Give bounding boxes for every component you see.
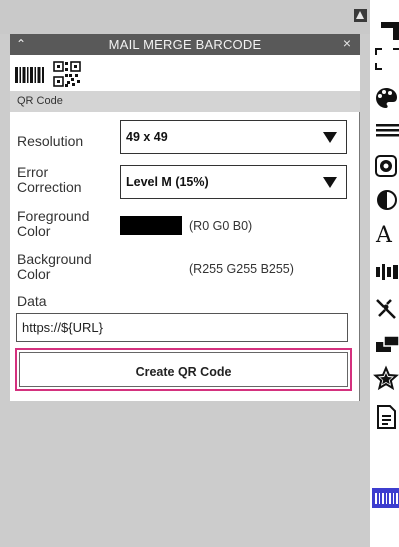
error-correction-value: Level M (15%) [126, 175, 209, 189]
mail-merge-barcode-panel: ⌃ MAIL MERGE BARCODE × QR Code Resolutio… [10, 34, 360, 401]
crop-marks-icon [375, 48, 399, 70]
align-tool[interactable] [373, 258, 399, 286]
create-qr-code-button-inner: Create QR Code [19, 352, 348, 387]
arrange-tool[interactable] [373, 329, 399, 357]
panel-title-bar[interactable]: ⌃ MAIL MERGE BARCODE × [10, 34, 360, 55]
barcode-icon [15, 67, 44, 83]
panel-dock-top [0, 0, 370, 34]
data-input[interactable] [16, 313, 348, 342]
error-correction-select[interactable]: Level M (15%) [120, 165, 347, 199]
barcode-icon [375, 493, 398, 504]
active-tab-label: QR Code [17, 95, 63, 107]
scroll-up-button[interactable] [354, 9, 367, 22]
chevron-down-icon [323, 177, 337, 188]
document-icon [377, 405, 396, 429]
frame-icon [381, 22, 399, 40]
panel-title: MAIL MERGE BARCODE [108, 37, 262, 52]
resolution-label: Resolution [17, 133, 84, 149]
tab-row [10, 55, 360, 91]
background-color-label: Background Color [17, 251, 92, 282]
text-tool[interactable]: A [373, 222, 399, 250]
crop-marks-tool[interactable] [373, 45, 399, 73]
create-qr-code-button[interactable]: Create QR Code [15, 348, 352, 391]
pattern-icon [375, 155, 397, 177]
tab-qr-code[interactable] [51, 59, 85, 89]
document-tool[interactable] [373, 403, 399, 431]
right-toolbar: A [370, 0, 399, 547]
create-qr-code-label: Create QR Code [135, 365, 232, 379]
close-icon[interactable]: × [343, 36, 351, 51]
tab-barcode[interactable] [13, 59, 47, 89]
foreground-color-swatch[interactable] [120, 216, 182, 235]
foreground-color-value: (R0 G0 B0) [189, 219, 253, 233]
foreground-color-label: Foreground Color [17, 208, 90, 239]
star-icon [373, 365, 399, 391]
app-window: ⌃ MAIL MERGE BARCODE × QR Code Resolutio… [0, 0, 399, 547]
palette-tool[interactable] [373, 84, 399, 112]
resolution-select[interactable]: 49 x 49 [120, 120, 347, 154]
lines-tool[interactable] [373, 115, 399, 143]
pattern-tool[interactable] [373, 152, 399, 180]
contrast-tool[interactable] [373, 186, 399, 214]
tab-label-bar: QR Code [10, 91, 360, 112]
align-icon [376, 264, 398, 280]
qr-code-icon [53, 61, 81, 87]
background-color-swatch[interactable] [120, 258, 182, 277]
error-correction-label: Error Correction [17, 164, 82, 195]
data-label: Data [17, 293, 47, 309]
collapse-icon[interactable]: ⌃ [16, 37, 26, 51]
chevron-down-icon [323, 132, 337, 143]
magic-tool[interactable] [373, 294, 399, 322]
text-icon: A [376, 223, 392, 248]
palette-icon [376, 88, 397, 108]
lines-icon [376, 124, 399, 137]
magic-icon [376, 299, 396, 319]
background-color-value: (R255 G255 B255) [189, 262, 294, 276]
arrange-icon [376, 335, 399, 352]
barcode-tool-active[interactable] [372, 488, 399, 508]
resolution-value: 49 x 49 [126, 130, 168, 144]
star-tool[interactable] [373, 365, 399, 393]
frame-tool[interactable] [373, 16, 399, 44]
contrast-icon [377, 190, 397, 210]
